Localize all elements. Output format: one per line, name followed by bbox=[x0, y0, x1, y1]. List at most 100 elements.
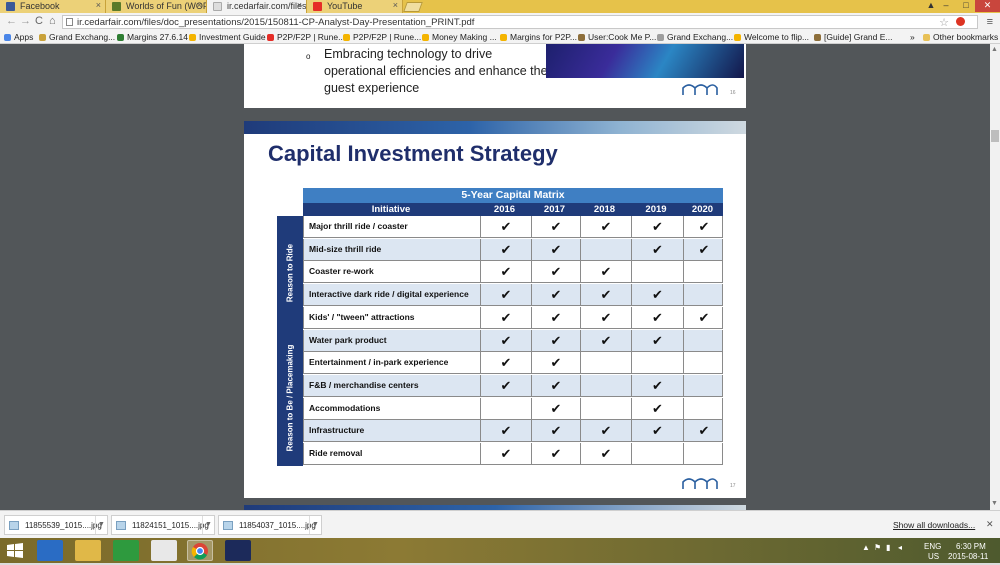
windows-start-icon[interactable] bbox=[4, 540, 26, 561]
chevron-down-icon[interactable]: ▼ bbox=[309, 516, 321, 534]
matrix-header-row: Initiative 2016 2017 2018 2019 2020 bbox=[303, 203, 723, 216]
initiative-label: Interactive dark ride / digital experien… bbox=[309, 289, 469, 300]
address-bar[interactable]: ir.cedarfair.com/files/doc_presentations… bbox=[62, 15, 993, 29]
pdf-viewer[interactable]: o Embracing technology to drive operatio… bbox=[0, 44, 990, 510]
language-indicator[interactable]: ENG bbox=[924, 542, 941, 551]
internet-explorer-icon[interactable] bbox=[37, 540, 63, 561]
back-arrow-icon[interactable]: ← bbox=[6, 15, 17, 27]
bookmark-item[interactable]: P2P/F2P | Rune... bbox=[267, 32, 345, 42]
check-mark-icon: ✔ bbox=[531, 216, 580, 237]
panda-app-icon[interactable] bbox=[151, 540, 177, 561]
restore-button[interactable]: □ bbox=[955, 0, 977, 12]
column-header: 2019 bbox=[645, 204, 667, 215]
chevron-down-icon[interactable]: ▼ bbox=[95, 516, 107, 534]
close-window-button[interactable]: ✕ bbox=[975, 0, 1000, 12]
bookmarks-bar: Apps Grand Exchang... Margins 27.6.14 In… bbox=[0, 31, 1000, 44]
close-downloads-icon[interactable]: ✕ bbox=[986, 519, 994, 530]
column-header: 2018 bbox=[593, 204, 616, 215]
tab-youtube[interactable]: YouTube × bbox=[307, 0, 403, 13]
tab-close-icon[interactable]: × bbox=[393, 0, 398, 10]
network-icon[interactable]: ▮ bbox=[886, 543, 890, 552]
check-mark-icon: ✔ bbox=[480, 238, 531, 260]
check-mark-icon: ✔ bbox=[531, 306, 580, 328]
page-number: 16 bbox=[730, 90, 736, 96]
scroll-thumb[interactable] bbox=[991, 130, 999, 142]
empty-cell bbox=[631, 261, 683, 283]
capital-matrix-table: 5-Year Capital Matrix Initiative 2016 20… bbox=[277, 188, 724, 466]
download-item[interactable]: 11855539_1015....jpg ▼ bbox=[4, 515, 108, 535]
game-launcher-icon[interactable] bbox=[225, 540, 251, 561]
download-item[interactable]: 11824151_1015....jpg ▼ bbox=[111, 515, 215, 535]
scroll-down-arrow-icon[interactable]: ▼ bbox=[991, 500, 998, 507]
browser-toolbar: ← → C ⌂ ir.cedarfair.com/files/doc_prese… bbox=[0, 13, 1000, 31]
other-bookmarks-folder[interactable]: Other bookmarks bbox=[923, 32, 998, 42]
check-mark-icon: ✔ bbox=[531, 374, 580, 396]
bookmarks-overflow-button[interactable]: » bbox=[910, 32, 915, 42]
pinterest-icon[interactable] bbox=[956, 17, 965, 26]
table-row: Major thrill ride / coaster ✔ ✔ ✔ ✔ ✔ bbox=[303, 216, 723, 238]
chrome-taskbar-icon[interactable] bbox=[187, 540, 213, 561]
empty-cell bbox=[480, 397, 531, 419]
volume-icon[interactable]: ◂ bbox=[898, 543, 902, 552]
tray-up-arrow-icon[interactable]: ▲ bbox=[862, 543, 870, 552]
bookmark-item[interactable]: [Guide] Grand E... bbox=[814, 32, 893, 42]
check-mark-icon: ✔ bbox=[683, 238, 724, 260]
show-all-downloads-link[interactable]: Show all downloads... bbox=[893, 520, 975, 530]
store-icon[interactable] bbox=[113, 540, 139, 561]
check-mark-icon: ✔ bbox=[531, 420, 580, 442]
forward-arrow-icon[interactable]: → bbox=[20, 15, 31, 27]
bookmark-item[interactable]: Margins for P2P... bbox=[500, 32, 577, 42]
check-mark-icon: ✔ bbox=[480, 420, 531, 442]
clock-date: 2015-08-11 bbox=[948, 552, 989, 561]
tab-cedarfair-pdf[interactable]: ir.cedarfair.com/files/ × bbox=[207, 0, 307, 13]
table-row: F&B / merchandise centers ✔ ✔ ✔ bbox=[303, 374, 723, 397]
tab-close-icon[interactable]: × bbox=[197, 0, 202, 10]
scroll-up-arrow-icon[interactable]: ▲ bbox=[991, 46, 998, 53]
column-header: 2017 bbox=[543, 204, 566, 215]
check-mark-icon: ✔ bbox=[580, 284, 631, 306]
url-text: ir.cedarfair.com/files/doc_presentations… bbox=[77, 17, 475, 28]
bookmark-item[interactable]: Grand Exchang... bbox=[39, 32, 115, 42]
bookmark-item[interactable]: Margins 27.6.14 bbox=[117, 32, 188, 42]
clock-time[interactable]: 6:30 PM bbox=[956, 542, 986, 551]
bookmark-star-icon[interactable]: ☆ bbox=[939, 16, 949, 29]
bookmark-item[interactable]: User:Cook Me P... bbox=[578, 32, 656, 42]
bookmark-item[interactable]: Welcome to flip... bbox=[734, 32, 809, 42]
chevron-down-icon[interactable]: ▼ bbox=[202, 516, 214, 534]
minimize-button[interactable]: – bbox=[935, 0, 957, 12]
check-mark-icon: ✔ bbox=[580, 443, 631, 464]
check-mark-icon: ✔ bbox=[631, 216, 683, 237]
initiative-label: Coaster re-work bbox=[309, 266, 374, 277]
check-mark-icon: ✔ bbox=[480, 261, 531, 283]
file-explorer-icon[interactable] bbox=[75, 540, 101, 561]
empty-cell bbox=[631, 443, 683, 464]
check-mark-icon: ✔ bbox=[531, 397, 580, 419]
check-mark-icon: ✔ bbox=[580, 420, 631, 442]
empty-cell bbox=[683, 261, 724, 283]
table-row: Interactive dark ride / digital experien… bbox=[303, 284, 723, 307]
bookmark-item[interactable]: Money Making ... bbox=[422, 32, 497, 42]
tab-close-icon[interactable]: × bbox=[96, 0, 101, 10]
download-item[interactable]: 11854037_1015....jpg ▼ bbox=[218, 515, 322, 535]
empty-cell bbox=[580, 352, 631, 374]
bookmark-item[interactable]: P2P/F2P | Rune... bbox=[343, 32, 421, 42]
bookmark-item[interactable]: Investment Guide bbox=[189, 32, 266, 42]
tab-facebook[interactable]: Facebook × bbox=[0, 0, 106, 13]
bookmark-apps[interactable]: Apps bbox=[4, 32, 33, 42]
flag-icon[interactable]: ⚑ bbox=[874, 543, 881, 552]
vertical-scrollbar[interactable]: ▲ ▼ bbox=[990, 44, 1000, 510]
reload-icon[interactable]: C bbox=[35, 15, 43, 27]
new-tab-button[interactable] bbox=[403, 2, 423, 12]
initiative-label: Major thrill ride / coaster bbox=[309, 221, 408, 231]
check-mark-icon: ✔ bbox=[580, 216, 631, 237]
slide-photo bbox=[546, 44, 744, 78]
table-row: Kids' / "tween" attractions ✔ ✔ ✔ ✔ ✔ bbox=[303, 306, 723, 329]
check-mark-icon: ✔ bbox=[531, 329, 580, 351]
chrome-menu-icon[interactable]: ≡ bbox=[987, 16, 993, 28]
home-icon[interactable]: ⌂ bbox=[49, 15, 56, 27]
tab-close-icon[interactable]: × bbox=[297, 0, 302, 10]
check-mark-icon: ✔ bbox=[480, 443, 531, 464]
bookmark-item[interactable]: Grand Exchang... bbox=[657, 32, 733, 42]
tab-worlds-of-fun[interactable]: Worlds of Fun (WOF × bbox=[106, 0, 207, 13]
table-row: Accommodations ✔ ✔ bbox=[303, 397, 723, 420]
